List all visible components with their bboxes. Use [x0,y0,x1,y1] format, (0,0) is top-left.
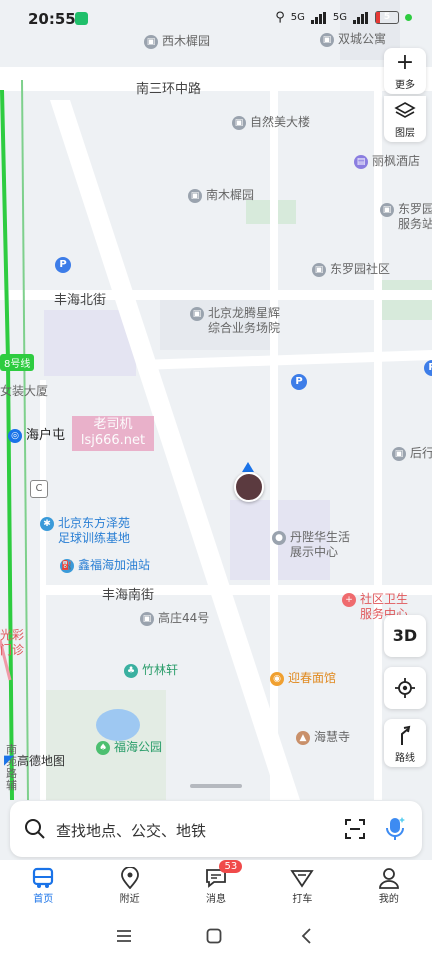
poi-dongfang-ze[interactable]: ✱ 北京东方泽苑 足球训练基地 [40,516,130,546]
locate-icon [395,678,415,698]
tab-nearby[interactable]: 附近 [86,860,172,912]
marker-c[interactable]: C [30,480,48,498]
parking-icon[interactable]: P [291,374,307,390]
tab-profile[interactable]: 我的 [346,860,432,912]
layers-button[interactable]: 图层 [384,96,426,142]
poi-houxing[interactable]: ▣ 后行 [392,446,432,461]
map-canvas [0,0,432,800]
building-icon: ▣ [392,447,406,461]
metro-station-icon: ◎ [8,429,22,443]
poi-longteng[interactable]: ▣ 北京龙腾星辉 综合业务场院 [190,306,280,336]
system-nav-bar [0,912,432,960]
pin-icon [120,867,139,889]
location-icon: ⚲ [275,10,285,25]
road-nansanhuan [0,67,432,91]
road-label-nansanhuan: 南三环中路 [136,82,202,97]
battery-icon: 5 [375,11,399,24]
poi-dongluo[interactable]: ▣ 东罗园社区 [312,262,390,277]
poi-yingchun[interactable]: ◉ 迎春面馆 [270,671,336,686]
building-icon: ▣ [140,612,154,626]
logo-arrow-icon: ◤ [4,753,14,768]
amap-logo: ◤ 高德地图 [4,753,66,768]
user-icon [378,868,399,889]
route-icon [401,725,411,745]
network-label: 5G [290,12,305,23]
locate-button[interactable] [384,667,426,709]
route-button[interactable]: 路线 [384,719,426,767]
road-minor [140,350,432,370]
sheet-drag-handle[interactable] [190,784,242,788]
poi-nvzhuang[interactable]: 女装大厦 [0,384,48,399]
3d-button[interactable]: 3D [384,615,426,657]
charging-dot [405,14,412,21]
avatar [234,472,264,502]
building-icon: ▣ [232,116,246,130]
gas-station-icon: ⛽ [60,559,74,573]
road-vertical [270,90,278,800]
parking-icon[interactable]: P [55,257,71,273]
layers-icon [394,102,416,118]
map-view[interactable]: 南三环中路 丰海北街 丰海南街 8号线 ▣ 西木樨园 ▣ 双城公寓 ▣ 自然美大楼 ▤… [0,0,432,800]
hotel-icon: ▤ [354,155,368,169]
menu-icon[interactable] [116,929,132,943]
poi-haihui-temple[interactable]: ▲ 海慧寺 [296,730,350,745]
taxi-icon [290,870,315,888]
watermark: 老司机 lsj666.net [72,416,154,451]
battery-fill [376,12,381,23]
road-label-fenghai-north: 丰海北街 [54,293,107,308]
bus-icon [33,867,54,888]
road-label-fenghai-south: 丰海南街 [102,588,155,603]
network-label-2: 5G [332,12,347,23]
search-icon [25,819,45,839]
scan-icon[interactable] [344,818,366,840]
poi-xinfuhai-gas[interactable]: ⛽ 鑫福海加油站 [60,558,150,573]
heading-arrow-icon [242,462,254,472]
tab-taxi[interactable]: 打车 [259,860,345,912]
poi-nan-mu-xi-yuan[interactable]: ▣ 南木樨园 [188,188,254,203]
home-icon[interactable] [206,928,222,944]
tea-icon: ♣ [124,664,138,678]
status-time: 20:55 [28,10,76,28]
tab-messages[interactable]: 消息 53 [173,860,259,912]
status-bar: 20:55 ⚲ 5G 5G 5 [0,0,432,38]
user-location-marker[interactable] [233,462,264,502]
building-icon: ▣ [380,203,394,217]
building-icon: ▣ [190,307,204,321]
search-bar[interactable]: 查找地点、公交、地铁 [10,801,422,857]
system-icons: ⚲ 5G 5G 5 [275,10,412,25]
search-input[interactable]: 查找地点、公交、地铁 [56,820,206,841]
poi-lifeng[interactable]: ▤ 丽枫酒店 [354,154,420,169]
tab-home[interactable]: 首页 [0,860,86,912]
plus-icon: + [395,50,415,75]
poi-ziran-mei[interactable]: ▣ 自然美大楼 [232,115,310,130]
voice-assistant-icon[interactable] [384,816,406,842]
metro-line-8 [0,89,14,800]
message-count-badge: 53 [219,860,243,873]
poi-danlong[interactable]: ● 丹陛华生活 展示中心 [272,530,350,560]
poi-fuhai-park[interactable]: ♠ 福海公园 [96,740,162,755]
signal-icon [310,11,327,24]
building-icon: ▣ [312,263,326,277]
food-icon: ◉ [270,672,284,686]
poi-dongluo-service[interactable]: ▣ 东罗园 服务站 [380,202,432,232]
poi-guangcai[interactable]: 光彩 门诊 [0,628,24,658]
metro-line-label: 8号线 [0,354,35,371]
lake [96,709,140,741]
poi-haihutun[interactable]: ◎ 海户屯 [8,428,65,443]
more-button[interactable]: + 更多 [384,48,426,94]
poi-zhulin[interactable]: ♣ 竹林轩 [124,663,178,678]
hospital-icon: + [342,593,356,607]
poi-gaozhuang[interactable]: ▣ 高庄44号 [140,611,209,626]
temple-icon: ▲ [296,731,310,745]
tab-bar: 首页 附近 消息 53 打车 我的 [0,860,432,912]
sports-icon: ✱ [40,517,54,531]
road-vertical [40,380,46,800]
signal-icon-2 [353,11,369,24]
building-icon: ▣ [188,189,202,203]
place-icon: ● [272,531,286,545]
road-vertical [374,90,382,800]
back-icon[interactable] [300,928,312,944]
app-notification-icon [75,12,88,25]
park-icon: ♠ [96,741,110,755]
